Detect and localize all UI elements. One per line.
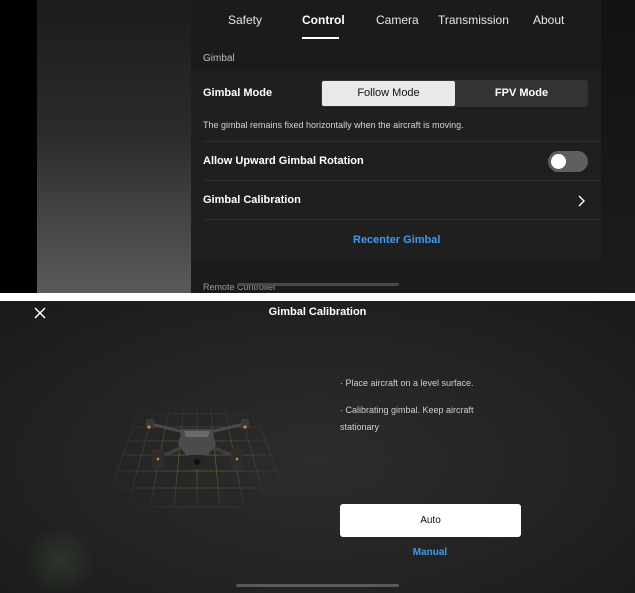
gimbal-mode-label: Gimbal Mode [203,87,273,99]
calibration-title: Gimbal Calibration [268,306,367,318]
follow-mode-button[interactable]: Follow Mode [322,81,455,106]
screenshot-separator [0,293,635,301]
upward-rotation-toggle[interactable] [548,151,588,172]
gimbal-mode-description: The gimbal remains fixed horizontally wh… [203,120,464,130]
settings-screen: Safety Control Camera Transmission About… [0,0,635,293]
instruction-2: · Calibrating gimbal. Keep aircraft stat… [340,405,474,432]
scroll-indicator [237,283,399,286]
tab-control[interactable]: Control [302,13,345,27]
upward-rotation-label: Allow Upward Gimbal Rotation [203,155,364,167]
section-label-gimbal: Gimbal [203,53,235,64]
fpv-mode-button[interactable]: FPV Mode [455,80,588,107]
divider [203,141,601,142]
chevron-right-icon[interactable] [575,194,587,208]
tab-transmission[interactable]: Transmission [438,13,509,27]
manual-calibration-button[interactable]: Manual [0,547,635,558]
gimbal-mode-selector: Follow Mode FPV Mode [321,80,588,107]
calibration-screen: Gimbal Calibration · Place aircraft on a… [0,301,635,593]
background-glow [20,531,100,591]
instruction-1: · Place aircraft on a level surface. [340,378,474,388]
drone-on-grid-illustration [104,402,290,508]
scroll-indicator [236,584,399,587]
toggle-knob [551,154,566,169]
tab-camera[interactable]: Camera [376,13,419,27]
auto-calibration-button[interactable]: Auto [340,504,521,537]
divider [203,219,601,220]
divider [203,180,601,181]
panel-edge [601,0,635,293]
tab-about[interactable]: About [533,13,564,27]
active-tab-indicator [302,37,339,39]
tab-safety[interactable]: Safety [228,13,262,27]
gimbal-calibration-row[interactable]: Gimbal Calibration [203,194,301,206]
background-gradient [37,0,191,293]
recenter-gimbal-button[interactable]: Recenter Gimbal [353,234,440,246]
